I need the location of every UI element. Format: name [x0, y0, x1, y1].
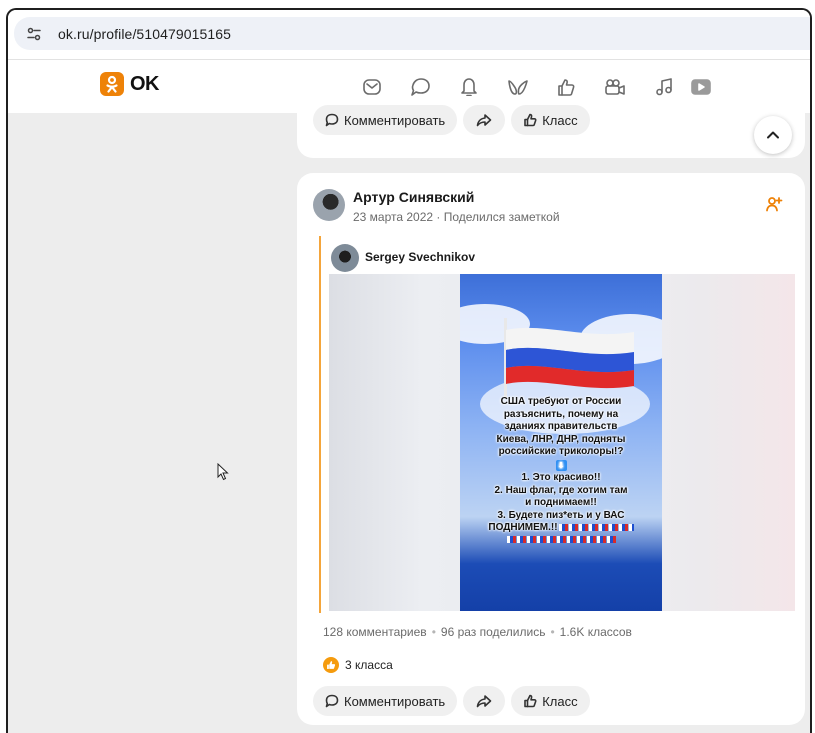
- post-actions: Комментировать Класс: [313, 686, 590, 716]
- flag-emoji-row: [506, 536, 616, 544]
- thumbs-up-icon: [524, 694, 537, 708]
- share-icon: [476, 695, 492, 708]
- author-avatar[interactable]: [313, 189, 345, 221]
- site-settings-icon[interactable]: [22, 22, 46, 46]
- class-label: Класс: [542, 112, 578, 128]
- post-author-name[interactable]: Артур Синявский: [353, 189, 474, 205]
- likes-summary[interactable]: 3 класса: [323, 657, 393, 673]
- share-button[interactable]: [463, 105, 506, 135]
- shared-image[interactable]: США требуют от России разъяснить, почему…: [329, 274, 795, 611]
- ok-logo-icon: [100, 72, 124, 96]
- url-text[interactable]: ok.ru/profile/510479015165: [58, 26, 231, 42]
- shares-count[interactable]: 96 раз поделились: [441, 625, 546, 639]
- post-stats: 128 комментариев • 96 раз поделились • 1.6K …: [323, 625, 632, 639]
- thumbs-up-icon: [524, 113, 537, 127]
- likes-count: 3 класса: [345, 658, 393, 672]
- chevron-up-icon: [767, 131, 779, 139]
- class-label: Класс: [542, 693, 578, 709]
- add-friend-icon[interactable]: [765, 195, 783, 213]
- comment-label: Комментировать: [344, 693, 446, 709]
- logo-text: OK: [130, 72, 160, 95]
- browser-window: ok.ru/profile/510479015165 OK Комментиро…: [6, 8, 812, 733]
- down-arrow-icon: ⬇: [555, 459, 567, 471]
- comment-icon: [325, 694, 339, 708]
- mouse-cursor-icon: [217, 462, 229, 486]
- address-bar: ok.ru/profile/510479015165: [8, 10, 810, 59]
- comments-count[interactable]: 128 комментариев: [323, 625, 427, 639]
- shared-author-name[interactable]: Sergey Svechnikov: [365, 250, 475, 264]
- post-card: Артур Синявский 23 марта 2022 · Поделилс…: [297, 173, 805, 725]
- previous-post-card: Комментировать Класс: [297, 96, 805, 158]
- classes-count[interactable]: 1.6K классов: [560, 625, 632, 639]
- comment-button[interactable]: Комментировать: [313, 105, 458, 135]
- url-field[interactable]: ok.ru/profile/510479015165: [14, 17, 810, 50]
- shared-note[interactable]: Sergey Svechnikov США требуют от России …: [319, 236, 795, 613]
- poster-image: США требуют от России разъяснить, почему…: [460, 274, 662, 611]
- scroll-to-top-button[interactable]: [754, 116, 792, 154]
- poster-text: США требуют от России разъяснить, почему…: [460, 396, 662, 547]
- comment-button[interactable]: Комментировать: [313, 686, 458, 716]
- left-column: [8, 113, 291, 733]
- comment-icon: [325, 113, 339, 127]
- share-button[interactable]: [463, 686, 506, 716]
- flag-emoji-row: [557, 523, 634, 531]
- class-button[interactable]: Класс: [511, 105, 590, 135]
- post-meta: 23 марта 2022 · Поделился заметкой: [353, 210, 560, 224]
- ok-logo[interactable]: OK: [100, 72, 160, 96]
- shared-author-avatar[interactable]: [331, 244, 359, 272]
- class-button[interactable]: Класс: [511, 686, 590, 716]
- share-icon: [476, 114, 492, 127]
- post-actions: Комментировать Класс: [313, 105, 590, 135]
- comment-label: Комментировать: [344, 112, 446, 128]
- russian-flag-icon: [506, 327, 634, 389]
- like-badge-icon: [323, 657, 339, 673]
